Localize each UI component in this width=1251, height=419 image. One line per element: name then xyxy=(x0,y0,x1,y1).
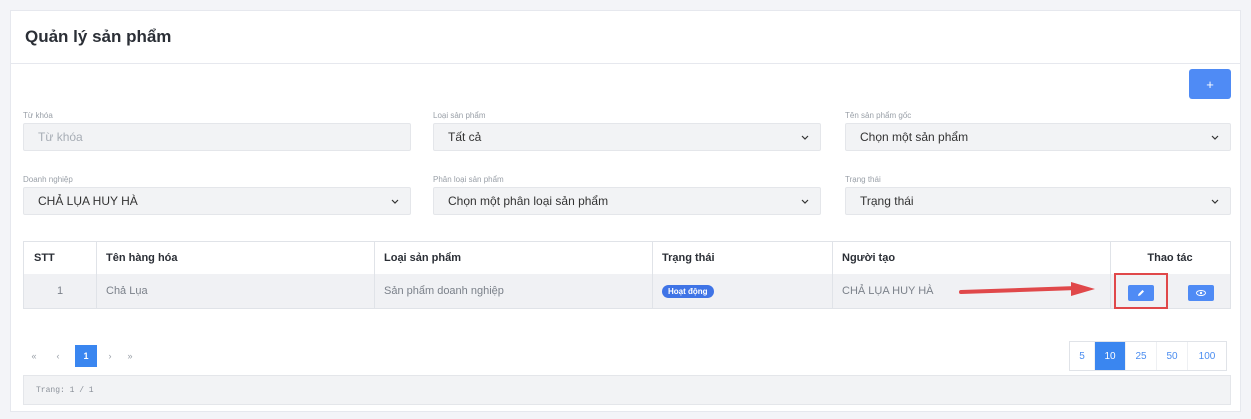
enterprise-label: Doanh nghiệp xyxy=(23,175,73,184)
header-creator: Người tạo xyxy=(842,252,896,264)
page-size-50[interactable]: 50 xyxy=(1156,342,1187,370)
page-1-button[interactable]: 1 xyxy=(75,345,97,367)
enterprise-value: CHẢ LỤA HUY HÀ xyxy=(38,194,138,208)
title-divider xyxy=(11,63,1240,64)
page-size-100[interactable]: 100 xyxy=(1187,342,1226,370)
product-management-card: Quản lý sản phẩm + Từ khóa Từ khóa Loại … xyxy=(10,10,1241,412)
product-type-select[interactable]: Tất cả xyxy=(433,123,821,151)
table-header: STT Tên hàng hóa Loại sản phẩm Trạng thá… xyxy=(24,242,1230,275)
annotation-arrow-icon xyxy=(959,282,1095,296)
header-stt: STT xyxy=(34,252,55,264)
page-size-5[interactable]: 5 xyxy=(1070,342,1094,370)
header-type: Loại sản phẩm xyxy=(384,252,462,264)
last-page-button[interactable]: » xyxy=(123,345,137,367)
chevron-down-icon xyxy=(800,196,810,206)
row-name: Chả Lụa xyxy=(106,285,148,297)
enterprise-select[interactable]: CHẢ LỤA HUY HÀ xyxy=(23,187,411,215)
eye-icon xyxy=(1196,290,1206,296)
status-value: Trạng thái xyxy=(860,194,914,208)
first-page-button[interactable]: « xyxy=(27,345,41,367)
original-product-select[interactable]: Chọn một sản phẩm xyxy=(845,123,1231,151)
product-category-value: Chọn một phân loại sản phẩm xyxy=(448,194,609,208)
product-category-label: Phân loại sản phẩm xyxy=(433,175,504,184)
view-button[interactable] xyxy=(1188,285,1214,301)
add-product-button[interactable]: + xyxy=(1189,69,1231,99)
original-product-label: Tên sản phẩm gốc xyxy=(845,111,912,120)
product-type-label: Loại sản phẩm xyxy=(433,111,486,120)
chevron-down-icon xyxy=(1210,132,1220,142)
status-select[interactable]: Trạng thái xyxy=(845,187,1231,215)
row-type: Sản phẩm doanh nghiệp xyxy=(384,285,504,297)
page-info: Trang: 1 / 1 xyxy=(36,385,94,395)
status-label: Trạng thái xyxy=(845,175,881,184)
prev-page-button[interactable]: ‹ xyxy=(51,345,65,367)
product-type-value: Tất cả xyxy=(448,130,482,144)
page-info-bar: Trang: 1 / 1 xyxy=(23,375,1231,405)
status-badge: Hoạt động xyxy=(662,284,714,298)
chevron-down-icon xyxy=(390,196,400,206)
page-size-25[interactable]: 25 xyxy=(1125,342,1156,370)
page-size-10[interactable]: 10 xyxy=(1094,342,1125,370)
header-status: Trạng thái xyxy=(662,252,715,264)
next-page-button[interactable]: › xyxy=(103,345,117,367)
edit-button-highlight xyxy=(1114,273,1168,309)
header-actions: Thao tác xyxy=(1147,252,1193,264)
header-name: Tên hàng hóa xyxy=(106,252,178,264)
page-title: Quản lý sản phẩm xyxy=(25,27,172,46)
chevron-down-icon xyxy=(800,132,810,142)
keyword-label: Từ khóa xyxy=(23,111,53,120)
row-status-cell: Hoạt động xyxy=(652,274,832,308)
page-size-selector: 5 10 25 50 100 xyxy=(1069,341,1227,371)
keyword-input[interactable]: Từ khóa xyxy=(23,123,411,151)
row-stt: 1 xyxy=(56,285,64,297)
product-category-select[interactable]: Chọn một phân loại sản phẩm xyxy=(433,187,821,215)
original-product-value: Chọn một sản phẩm xyxy=(860,130,969,144)
chevron-down-icon xyxy=(1210,196,1220,206)
